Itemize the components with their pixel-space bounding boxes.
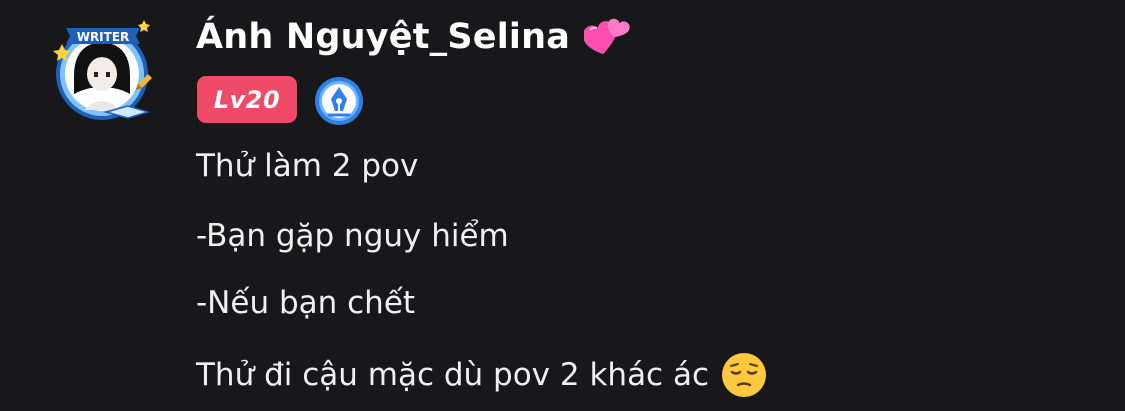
username[interactable]: Ánh Nguyệt_Selina xyxy=(196,16,630,58)
pen-nib-badge-icon[interactable] xyxy=(313,75,365,127)
message-line-4-text: Thử đi cậu mặc dù pov 2 khác ác xyxy=(196,357,709,393)
message-line-2: -Bạn gặp nguy hiểm xyxy=(196,218,509,254)
svg-text:WRITER: WRITER xyxy=(77,30,130,44)
username-text: Ánh Nguyệt_Selina xyxy=(196,17,571,57)
two-hearts-icon xyxy=(582,16,630,58)
level-badge: Lv20 xyxy=(197,76,297,123)
message-line-4: Thử đi cậu mặc dù pov 2 khác ác xyxy=(196,352,767,398)
message-line-3: -Nếu bạn chết xyxy=(196,285,416,321)
pensive-face-icon xyxy=(721,352,767,398)
avatar[interactable]: WRITER xyxy=(44,14,164,126)
writer-avatar-icon: WRITER xyxy=(53,20,152,120)
message-line-1: Thử làm 2 pov xyxy=(196,148,419,184)
